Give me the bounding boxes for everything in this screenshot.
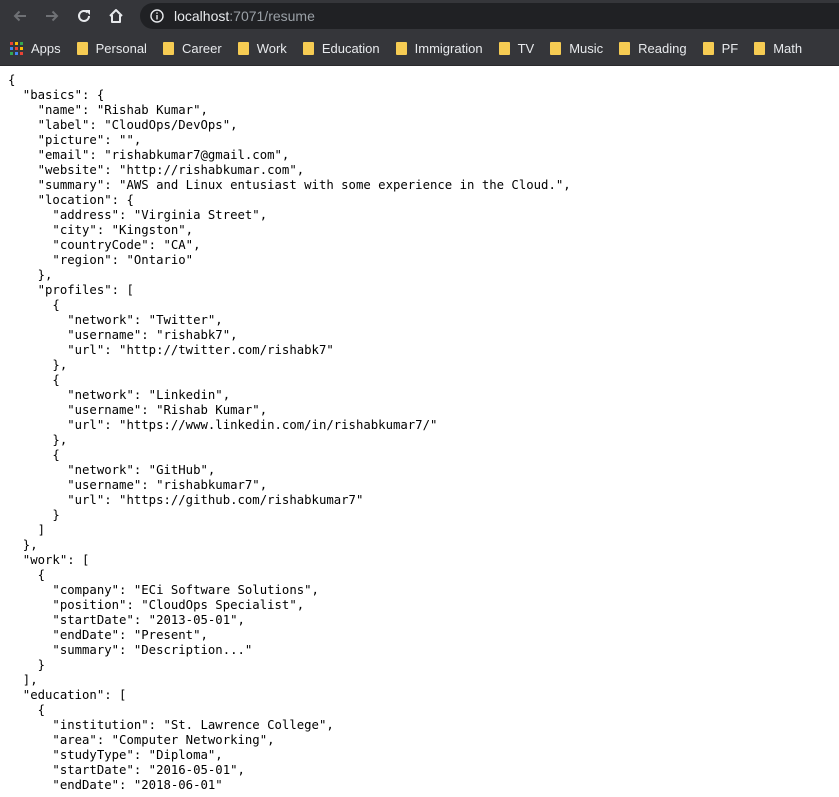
json-line: }, (8, 433, 68, 447)
bookmark-music[interactable]: Music (550, 41, 603, 56)
bookmark-label: Music (569, 41, 604, 56)
folder-icon (702, 42, 714, 55)
apps-grid-icon (10, 42, 23, 55)
bookmark-pf[interactable]: PF (702, 41, 739, 56)
json-line: "website": "http://rishabkumar.com", (8, 163, 305, 177)
reload-icon (78, 9, 90, 22)
bookmark-label: PF (721, 41, 739, 56)
bookmark-career[interactable]: Career (162, 41, 222, 56)
home-button[interactable] (102, 2, 130, 30)
json-line: "summary": "AWS and Linux entusiast with… (8, 178, 571, 192)
json-line: { (8, 73, 16, 87)
bookmark-label: TV (517, 41, 535, 56)
forward-button[interactable] (38, 2, 66, 30)
json-line: "summary": "Description..." (8, 643, 253, 657)
json-line: "countryCode": "CA", (8, 238, 201, 252)
json-line: "url": "https://github.com/rishabkumar7" (8, 493, 364, 507)
json-line: "network": "Linkedin", (8, 388, 231, 402)
bookmark-personal[interactable]: Personal (76, 41, 147, 56)
json-line: ], (8, 673, 38, 687)
json-line: "basics": { (8, 88, 105, 102)
json-line: } (8, 508, 60, 522)
bookmarks-bar: Apps Personal Career Work Education Immigrati… (0, 32, 839, 66)
bookmark-label: Personal (95, 41, 147, 56)
home-icon (109, 9, 123, 23)
browser-toolbar: localhost:7071/resume (0, 0, 839, 32)
bookmark-reading[interactable]: Reading (619, 41, 687, 56)
reload-button[interactable] (70, 2, 98, 30)
bookmark-label: Work (256, 41, 287, 56)
json-line: "area": "Computer Networking", (8, 733, 275, 747)
json-line: }, (8, 358, 68, 372)
url-text: localhost:7071/resume (174, 8, 315, 24)
json-line: "company": "ECi Software Solutions", (8, 583, 319, 597)
json-line: "address": "Virginia Street", (8, 208, 268, 222)
json-line: "city": "Kingston", (8, 223, 194, 237)
json-line: "startDate": "2013-05-01", (8, 613, 245, 627)
folder-icon (550, 42, 562, 55)
folder-icon (498, 42, 510, 55)
json-line: "username": "rishabkumar7", (8, 478, 268, 492)
arrow-right-icon (46, 10, 59, 22)
url-host: localhost (174, 8, 230, 24)
json-line: "url": "https://www.linkedin.com/in/rish… (8, 418, 438, 432)
json-line: "username": "rishabk7", (8, 328, 238, 342)
site-info-button[interactable] (150, 9, 164, 23)
bookmark-work[interactable]: Work (237, 41, 287, 56)
bookmark-label: Apps (31, 41, 61, 56)
json-line: "institution": "St. Lawrence College", (8, 718, 334, 732)
folder-icon (302, 42, 314, 55)
url-path: :7071/resume (229, 8, 315, 24)
bookmark-apps[interactable]: Apps (10, 41, 61, 56)
json-line: "endDate": "2018-06-01" (8, 778, 223, 792)
json-line: { (8, 448, 60, 462)
json-line: ] (8, 523, 46, 537)
bookmark-label: Education (321, 41, 380, 56)
folder-icon (395, 42, 407, 55)
json-line: "label": "CloudOps/DevOps", (8, 118, 238, 132)
bookmark-tv[interactable]: TV (498, 41, 535, 56)
json-line: "studyType": "Diploma", (8, 748, 223, 762)
json-line: { (8, 703, 46, 717)
bookmark-label: Reading (638, 41, 687, 56)
folder-icon (237, 42, 249, 55)
json-line: "network": "Twitter", (8, 313, 223, 327)
json-line: "startDate": "2016-05-01", (8, 763, 245, 777)
arrow-left-icon (13, 10, 26, 22)
json-line: "url": "http://twitter.com/rishabk7" (8, 343, 334, 357)
bookmark-immigration[interactable]: Immigration (395, 41, 483, 56)
json-line: "region": "Ontario" (8, 253, 194, 267)
json-line: "network": "GitHub", (8, 463, 216, 477)
bookmark-label: Math (773, 41, 803, 56)
bookmark-label: Career (181, 41, 222, 56)
folder-icon (619, 42, 631, 55)
json-viewer: { "basics": { "name": "Rishab Kumar", "l… (0, 66, 839, 793)
json-line: "email": "rishabkumar7@gmail.com", (8, 148, 290, 162)
json-line: "endDate": "Present", (8, 628, 208, 642)
json-line: "name": "Rishab Kumar", (8, 103, 208, 117)
json-line: "work": [ (8, 553, 90, 567)
back-button[interactable] (6, 2, 34, 30)
json-line: }, (8, 268, 53, 282)
info-icon (150, 9, 164, 23)
json-line: "location": { (8, 193, 134, 207)
bookmark-math[interactable]: Math (754, 41, 802, 56)
json-line: "position": "CloudOps Specialist", (8, 598, 305, 612)
json-line: "picture": "", (8, 133, 142, 147)
json-line: { (8, 568, 46, 582)
json-line: { (8, 298, 60, 312)
json-line: } (8, 658, 46, 672)
folder-icon (76, 42, 88, 55)
json-line: }, (8, 538, 38, 552)
address-bar[interactable]: localhost:7071/resume (140, 3, 839, 29)
folder-icon (754, 42, 766, 55)
json-line: "username": "Rishab Kumar", (8, 403, 268, 417)
folder-icon (162, 42, 174, 55)
json-line: { (8, 373, 60, 387)
bookmark-label: Immigration (414, 41, 483, 56)
json-line: "education": [ (8, 688, 127, 702)
json-line: "profiles": [ (8, 283, 134, 297)
bookmark-education[interactable]: Education (302, 41, 380, 56)
